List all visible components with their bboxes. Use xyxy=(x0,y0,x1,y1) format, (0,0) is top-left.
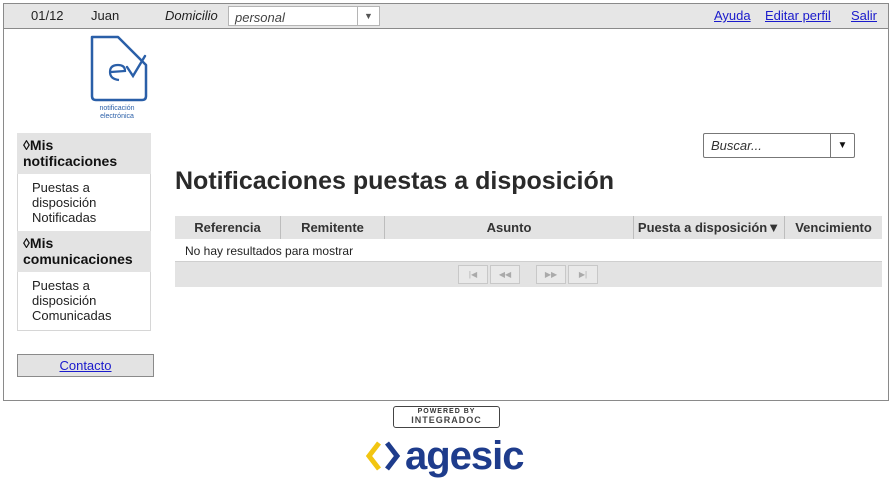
notifications-table: Referencia Remitente Asunto Puesta a dis… xyxy=(175,216,882,287)
sidebar-item-notificadas[interactable]: Notificadas xyxy=(32,210,150,225)
agesic-chevrons-icon xyxy=(365,441,401,471)
sidebar-item-comunicadas[interactable]: Comunicadas xyxy=(32,308,150,323)
domicilio-value: personal xyxy=(235,10,285,25)
col-puesta-disposicion[interactable]: Puesta a disposición▼ xyxy=(634,216,785,239)
col-remitente[interactable]: Remitente xyxy=(281,216,385,239)
pagination: |◀ ◀◀ ▶▶ ▶| xyxy=(175,262,882,287)
domicilio-select[interactable]: personal ▼ xyxy=(228,6,380,26)
chevron-down-icon[interactable]: ▼ xyxy=(357,7,379,25)
agesic-logo: agesic xyxy=(365,433,525,479)
prev-page-icon[interactable]: ◀◀ xyxy=(490,265,520,284)
powered-by-badge: POWERED BY INTEGRADOC xyxy=(393,406,500,428)
domicilio-label: Domicilio xyxy=(165,8,218,23)
search-placeholder: Buscar... xyxy=(711,138,762,153)
search-select[interactable]: Buscar... ▼ xyxy=(703,133,855,158)
logo-caption: notificación electrónica xyxy=(99,105,135,120)
sidebar-item-notif-puestas[interactable]: Puestas a disposición xyxy=(32,180,150,210)
empty-message: No hay resultados para mostrar xyxy=(175,239,882,262)
editar-perfil-link[interactable]: Editar perfil xyxy=(765,8,831,23)
sidebar-section-notificaciones[interactable]: ◊Mis notificaciones xyxy=(17,133,151,174)
sidebar-list-comunicaciones: Puestas a disposición Comunicadas xyxy=(17,272,151,331)
sidebar-section-comunicaciones[interactable]: ◊Mis comunicaciones xyxy=(17,231,151,272)
col-asunto[interactable]: Asunto xyxy=(385,216,634,239)
top-bar: 01/12 Juan Domicilio personal ▼ Ayuda Ed… xyxy=(4,4,888,29)
diamond-icon: ◊ xyxy=(23,137,30,153)
sidebar-item-com-puestas[interactable]: Puestas a disposición xyxy=(32,278,150,308)
salir-link[interactable]: Salir xyxy=(851,8,877,23)
agesic-wordmark: agesic xyxy=(405,434,525,478)
next-page-icon[interactable]: ▶▶ xyxy=(536,265,566,284)
sidebar-list-notificaciones: Puestas a disposición Notificadas xyxy=(17,174,151,231)
last-page-icon[interactable]: ▶| xyxy=(568,265,598,284)
first-page-icon[interactable]: |◀ xyxy=(458,265,488,284)
contacto-button[interactable]: Contacto xyxy=(17,354,154,377)
chevron-down-icon[interactable]: ▼ xyxy=(830,134,854,157)
col-vencimiento[interactable]: Vencimiento xyxy=(785,216,882,239)
table-header: Referencia Remitente Asunto Puesta a dis… xyxy=(175,216,882,239)
diamond-icon: ◊ xyxy=(23,235,30,251)
col-referencia[interactable]: Referencia xyxy=(175,216,281,239)
app-frame: 01/12 Juan Domicilio personal ▼ Ayuda Ed… xyxy=(3,3,889,401)
sidebar: ◊Mis notificaciones Puestas a disposició… xyxy=(17,133,151,331)
user-name: Juan xyxy=(91,8,120,23)
date-label: 01/12 xyxy=(31,8,64,23)
page-title: Notificaciones puestas a disposición xyxy=(175,167,615,195)
ayuda-link[interactable]: Ayuda xyxy=(714,8,751,23)
